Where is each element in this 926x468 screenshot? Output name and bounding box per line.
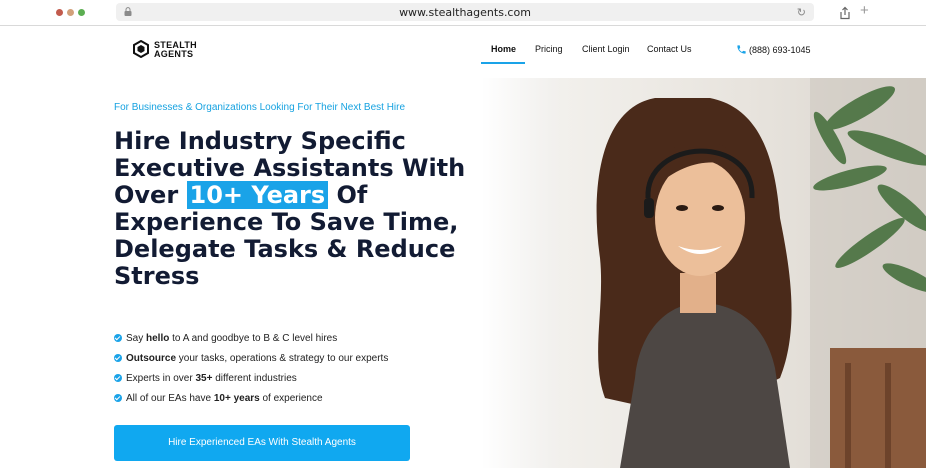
nav-pricing[interactable]: Pricing <box>535 44 563 54</box>
new-tab-icon[interactable]: + <box>860 2 869 19</box>
hero-kicker: For Businesses & Organizations Looking F… <box>114 102 406 113</box>
nav-client-login[interactable]: Client Login <box>582 44 630 54</box>
logo-line-2: AGENTS <box>154 49 194 59</box>
address-bar[interactable]: www.stealthagents.com ↻ <box>116 3 814 21</box>
phone-icon <box>737 45 746 54</box>
headline-highlight: 10+ Years <box>186 181 329 209</box>
url-text: www.stealthagents.com <box>399 6 531 19</box>
phone-number: (888) 693-1045 <box>749 45 811 55</box>
check-circle-icon <box>114 334 122 342</box>
minimize-window-button[interactable] <box>67 9 74 16</box>
check-circle-icon <box>114 394 122 402</box>
check-circle-icon <box>114 374 122 382</box>
list-item: Say hello to A and goodbye to B & C leve… <box>114 333 337 344</box>
hero-photo <box>560 78 926 468</box>
browser-toolbar: www.stealthagents.com ↻ + <box>0 0 926 26</box>
list-item: All of our EAs have 10+ years of experie… <box>114 393 323 404</box>
reload-icon[interactable]: ↻ <box>797 6 806 19</box>
list-item: Experts in over 35+ different industries <box>114 373 297 384</box>
logo[interactable]: STEALTH AGENTS <box>132 39 197 63</box>
hero-headline: Hire Industry Specific Executive Assista… <box>114 128 494 290</box>
list-item: Outsource your tasks, operations & strat… <box>114 353 388 364</box>
hero-section: For Businesses & Organizations Looking F… <box>0 78 926 468</box>
phone-link[interactable]: (888) 693-1045 <box>736 44 811 55</box>
zoom-window-button[interactable] <box>78 9 85 16</box>
active-nav-indicator <box>481 62 525 64</box>
hire-eas-button[interactable]: Hire Experienced EAs With Stealth Agents <box>114 425 410 461</box>
nav-home[interactable]: Home <box>491 44 516 54</box>
logo-mark-icon <box>133 39 149 59</box>
check-circle-icon <box>114 354 122 362</box>
nav-contact-us[interactable]: Contact Us <box>647 44 692 54</box>
close-window-button[interactable] <box>56 9 63 16</box>
share-icon[interactable] <box>838 6 852 20</box>
site-header: STEALTH AGENTS Home Pricing Client Login… <box>0 26 926 78</box>
